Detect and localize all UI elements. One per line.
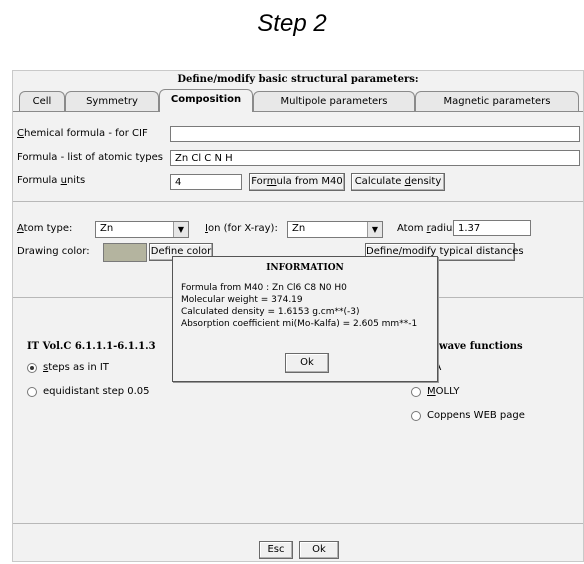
section-divider [13,201,583,202]
calculate-density-button[interactable]: Calculate density [351,173,445,191]
ion-label: Ion (for X-ray): [205,223,278,234]
atomic-types-input[interactable]: Zn Cl C N H [170,150,580,166]
atom-type-value: Zn [100,223,114,234]
steps-as-in-it-radio[interactable] [27,363,37,373]
tab-magnetic-parameters[interactable]: Magnetic parameters [415,91,579,112]
esc-button[interactable]: Esc [259,541,293,559]
equidistant-step-radio[interactable] [27,387,37,397]
tab-cell[interactable]: Cell [19,91,65,112]
ok-button[interactable]: Ok [299,541,339,559]
chevron-down-icon[interactable]: ▼ [367,222,382,237]
dialog-density-line: Calculated density = 1.6153 g.cm**(-3) [181,307,360,317]
dialog-formula-line: Formula from M40 : Zn Cl6 C8 N0 H0 [181,283,347,293]
footer-divider [13,523,583,524]
window-title: Define/modify basic structural parameter… [177,74,419,85]
formula-from-m40-button[interactable]: Formula from M40 [249,173,345,191]
chevron-down-icon[interactable]: ▼ [173,222,188,237]
atom-type-label: Atom type: [17,223,73,234]
tab-divider [13,111,583,112]
steps-as-in-it-label: steps as in IT [43,362,109,373]
chemical-formula-input[interactable] [170,126,580,142]
drawing-color-label: Drawing color: [17,246,90,257]
ion-select[interactable]: Zn ▼ [287,221,383,238]
atom-radius-label: Atom radius: [397,223,461,234]
molly-radio[interactable] [411,387,421,397]
dialog-molecular-weight-line: Molecular weight = 374.19 [181,295,303,305]
wave-functions-title: wave functions [439,341,523,352]
tab-multipole-parameters[interactable]: Multipole parameters [253,91,415,112]
chemical-formula-label: Chemical formula - for CIF [17,128,148,139]
information-dialog: INFORMATION Formula from M40 : Zn Cl6 C8… [172,256,438,382]
ion-value: Zn [292,223,306,234]
dialog-absorption-line: Absorption coefficient mi(Mo-Kalfa) = 2.… [181,319,418,329]
formula-units-input[interactable]: 4 [170,174,242,190]
coppens-web-page-label: Coppens WEB page [427,410,525,421]
scattering-section-title: IT Vol.C 6.1.1.1-6.1.1.3 [27,341,156,352]
dialog-ok-button[interactable]: Ok [285,353,329,373]
dialog-title: INFORMATION [266,263,344,273]
tab-symmetry[interactable]: Symmetry [65,91,159,112]
atomic-types-label: Formula - list of atomic types [17,152,163,163]
formula-units-label: Formula units [17,175,86,186]
atom-type-select[interactable]: Zn ▼ [95,221,189,238]
molly-label: MOLLY [427,386,460,397]
drawing-color-swatch[interactable] [103,243,147,262]
equidistant-step-label: equidistant step 0.05 [43,386,150,397]
atom-radius-input[interactable]: 1.37 [453,220,531,236]
coppens-web-page-radio[interactable] [411,411,421,421]
step-caption: Step 2 [257,10,327,37]
tab-composition[interactable]: Composition [159,89,253,112]
